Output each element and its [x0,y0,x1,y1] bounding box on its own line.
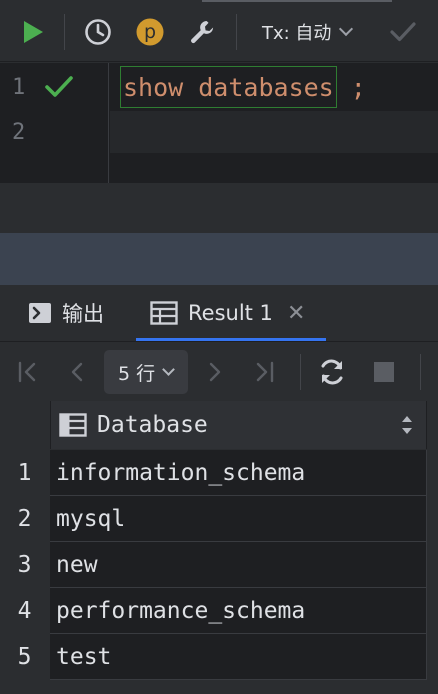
chevron-down-icon [339,21,354,37]
row-number: 1 [0,450,49,496]
next-page-icon[interactable] [200,358,228,386]
line-number: 1 [12,75,26,100]
stop-icon[interactable] [370,358,398,386]
page-size-dropdown[interactable]: 5 行 [104,350,188,394]
toolbar-separator [420,354,421,390]
refresh-icon[interactable] [318,358,346,386]
table-cell[interactable]: mysql [50,496,427,541]
tab-result-label: Result 1 [188,301,273,325]
table-row[interactable]: 5 test [0,634,438,680]
sort-icon[interactable] [402,416,412,434]
row-divider [50,679,427,680]
page-size-label: 5 行 [118,362,156,385]
statement-terminator: ; [350,72,366,102]
success-check-icon [44,75,74,99]
column-header-label: Database [97,412,208,438]
commit-check-icon[interactable] [388,17,418,47]
close-icon[interactable]: ✕ [287,301,305,326]
sql-statement[interactable]: show databases [120,66,337,108]
tab-output[interactable]: 输出 [28,285,104,341]
column-icon [59,413,87,437]
line-number: 2 [12,120,26,145]
scroll-indicator [202,0,392,2]
column-header-database[interactable]: Database [50,401,427,449]
table-row[interactable]: 2 mysql [0,496,438,542]
tab-output-label: 输出 [62,302,104,326]
code-line-1[interactable]: show databases ; [120,66,366,108]
row-number: 3 [0,542,49,588]
toolbar-separator [236,14,237,50]
result-toolbar: 5 行 [0,341,438,401]
tab-result-1[interactable]: Result 1 ✕ [150,285,305,341]
transaction-mode-dropdown[interactable]: Tx: 自动 [262,18,354,46]
table-cell[interactable]: performance_schema [50,588,427,633]
gutter-divider [108,63,109,183]
current-line-highlight [110,111,438,153]
table-cell[interactable]: information_schema [50,450,427,495]
profile-icon[interactable]: p [134,16,166,48]
previous-page-icon[interactable] [64,358,92,386]
row-number: 2 [0,496,49,542]
panel-splitter[interactable] [0,233,438,285]
settings-wrench-icon[interactable] [186,16,218,48]
toolbar-separator [300,354,301,390]
editor-empty-area [0,183,438,233]
toolbar-separator [64,14,65,50]
table-row[interactable]: 4 performance_schema [0,588,438,634]
first-page-icon[interactable] [14,358,42,386]
row-number: 5 [0,634,49,680]
history-icon[interactable] [82,16,114,48]
results-tab-bar: 输出 Result 1 ✕ [0,285,438,341]
last-page-icon[interactable] [250,358,278,386]
chevron-down-icon [162,363,176,376]
table-icon [150,301,178,325]
console-icon [28,302,52,324]
table-row[interactable]: 1 information_schema [0,450,438,496]
main-toolbar: p Tx: 自动 [0,0,438,62]
sql-editor[interactable]: 1 show databases ; 2 [0,63,438,183]
result-grid: Database 1 information_schema 2 mysql 3 … [0,401,438,694]
table-cell[interactable]: test [50,634,427,679]
table-row[interactable]: 3 new [0,542,438,588]
profile-letter: p [143,21,157,43]
table-cell[interactable]: new [50,542,427,587]
transaction-mode-label: Tx: 自动 [262,23,332,44]
run-icon[interactable] [18,17,48,47]
row-number: 4 [0,588,49,634]
